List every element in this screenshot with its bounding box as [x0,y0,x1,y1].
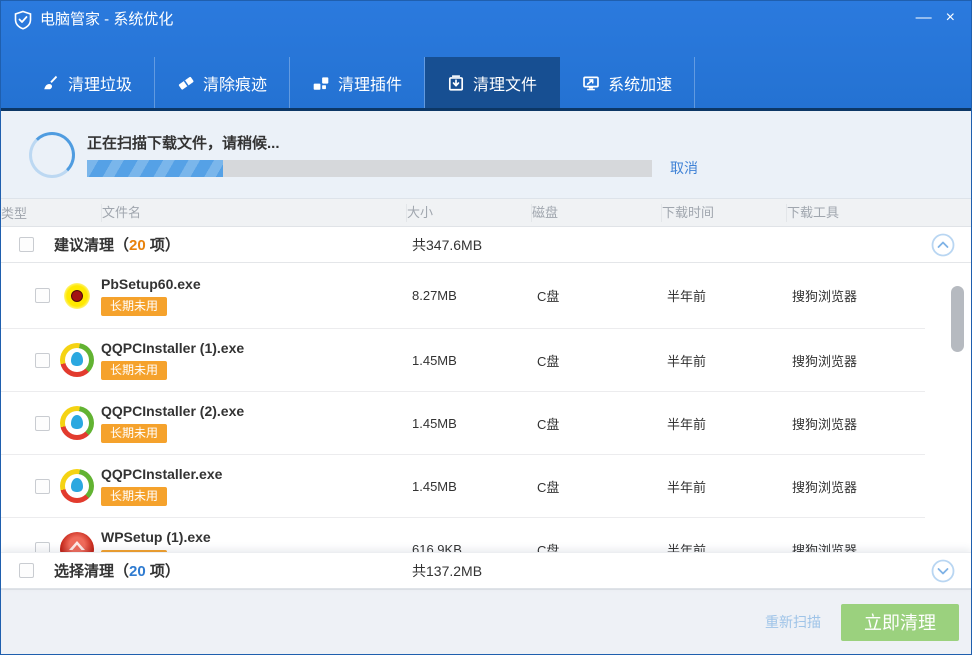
app-window: 电脑管家 - 系统优化 — × 清理垃圾 [0,0,972,655]
file-name: QQPCInstaller.exe [101,466,222,482]
table-header: 类型 文件名 大小 磁盘 下载时间 下载工具 [1,199,971,227]
row-checkbox[interactable] [35,288,50,303]
tab-label: 清理插件 [338,71,402,95]
cancel-scan-link[interactable]: 取消 [670,158,698,178]
shield-logo-icon [13,10,33,30]
file-box-download-icon [447,74,465,92]
long-unused-badge: 长期未用 [101,424,167,443]
file-time: 半年前 [661,414,786,433]
file-size: 1.45MB [406,479,531,494]
scan-status-text: 正在扫描下载文件，请稍候... [87,132,652,153]
file-type-icon [60,343,94,377]
file-size: 1.45MB [406,416,531,431]
file-type-icon [60,279,94,313]
tab-label: 清理垃圾 [68,71,132,95]
column-header-disk: 磁盘 [531,204,661,222]
file-name: QQPCInstaller (1).exe [101,340,244,356]
group-label: 选择清理（20 项） [54,560,180,581]
file-disk: C盘 [531,414,661,433]
group-item-count: 20 [129,563,146,580]
group-label: 建议清理（20 项） [54,234,180,255]
file-tool: 搜狗浏览器 [786,351,925,370]
column-header-download-tool: 下载工具 [786,204,971,222]
group-row-optional-clean[interactable]: 选择清理（20 项） 共137.2MB [1,552,971,589]
scanning-spinner-icon [29,132,75,178]
tab-clean-trash[interactable]: 清理垃圾 [19,57,155,108]
group-total-size: 共347.6MB [412,235,482,255]
file-type-icon [60,469,94,503]
long-unused-badge: 长期未用 [101,361,167,380]
file-name: PbSetup60.exe [101,276,201,292]
row-checkbox[interactable] [35,479,50,494]
expand-chevron-down-icon[interactable] [931,559,955,583]
file-time: 半年前 [661,286,786,305]
plugin-blocks-icon [312,74,330,92]
group-row-suggested-clean[interactable]: 建议清理（20 项） 共347.6MB [1,227,971,263]
file-time: 半年前 [661,351,786,370]
column-header-type: 类型 [1,203,101,222]
tab-clean-files[interactable]: 清理文件 [425,57,560,108]
column-header-size: 大小 [406,204,531,222]
long-unused-badge: 长期未用 [101,487,167,506]
rescan-link[interactable]: 重新扫描 [765,612,821,632]
minimize-button[interactable]: — [916,10,932,26]
broom-icon [42,74,60,92]
file-tool: 搜狗浏览器 [786,414,925,433]
group-item-count: 20 [129,237,146,254]
table-row[interactable]: PbSetup60.exe 长期未用 8.27MB C盘 半年前 搜狗浏览器 [1,263,925,329]
file-tool: 搜狗浏览器 [786,477,925,496]
row-checkbox[interactable] [35,416,50,431]
speedup-monitor-icon [582,74,600,92]
table-row[interactable]: QQPCInstaller (2).exe 长期未用 1.45MB C盘 半年前… [1,392,925,455]
column-header-download-time: 下载时间 [661,204,786,222]
file-disk: C盘 [531,477,661,496]
close-button[interactable]: × [946,10,955,26]
titlebar[interactable]: 电脑管家 - 系统优化 — × [1,1,971,41]
file-type-icon [60,532,94,552]
file-name: WPSetup (1).exe [101,529,211,545]
file-time: 半年前 [661,477,786,496]
tab-label: 清除痕迹 [203,71,267,95]
file-disk: C盘 [531,540,661,553]
eraser-icon [177,74,195,92]
tab-label: 清理文件 [473,71,537,95]
file-size: 616.9KB [406,542,531,553]
long-unused-badge: 长期未用 [101,297,167,316]
tab-clean-plugins[interactable]: 清理插件 [290,57,425,108]
file-type-icon [60,406,94,440]
group-checkbox[interactable] [19,237,34,252]
scan-progress-fill [87,160,223,177]
collapse-chevron-up-icon[interactable] [931,233,955,257]
file-name: QQPCInstaller (2).exe [101,403,244,419]
header: 电脑管家 - 系统优化 — × 清理垃圾 [1,1,971,111]
file-disk: C盘 [531,286,661,305]
table-row[interactable]: QQPCInstaller (1).exe 长期未用 1.45MB C盘 半年前… [1,329,925,392]
file-tool: 搜狗浏览器 [786,286,925,305]
tab-system-speedup[interactable]: 系统加速 [560,57,695,108]
tab-label: 系统加速 [608,71,672,95]
row-checkbox[interactable] [35,542,50,553]
footer-bar: 重新扫描 立即清理 [1,589,971,654]
tab-bar: 清理垃圾 清除痕迹 清理插件 [1,57,971,108]
file-tool: 搜狗浏览器 [786,540,925,553]
column-header-filename: 文件名 [101,204,406,222]
scrollbar-thumb[interactable] [951,286,964,352]
clean-now-button[interactable]: 立即清理 [841,604,959,641]
group-checkbox[interactable] [19,563,34,578]
table-row[interactable]: QQPCInstaller.exe 长期未用 1.45MB C盘 半年前 搜狗浏… [1,455,925,518]
file-size: 1.45MB [406,353,531,368]
row-checkbox[interactable] [35,353,50,368]
file-time: 半年前 [661,540,786,553]
file-disk: C盘 [531,351,661,370]
tab-clean-traces[interactable]: 清除痕迹 [155,57,290,108]
file-rows: PbSetup60.exe 长期未用 8.27MB C盘 半年前 搜狗浏览器 Q… [1,263,971,552]
file-size: 8.27MB [406,288,531,303]
group-total-size: 共137.2MB [412,561,482,581]
scan-section: 正在扫描下载文件，请稍候... 取消 [1,111,971,199]
scan-progress-bar [87,160,652,177]
table-row[interactable]: WPSetup (1).exe 长期未用 616.9KB C盘 半年前 搜狗浏览… [1,518,925,552]
window-title: 电脑管家 - 系统优化 [40,10,173,30]
